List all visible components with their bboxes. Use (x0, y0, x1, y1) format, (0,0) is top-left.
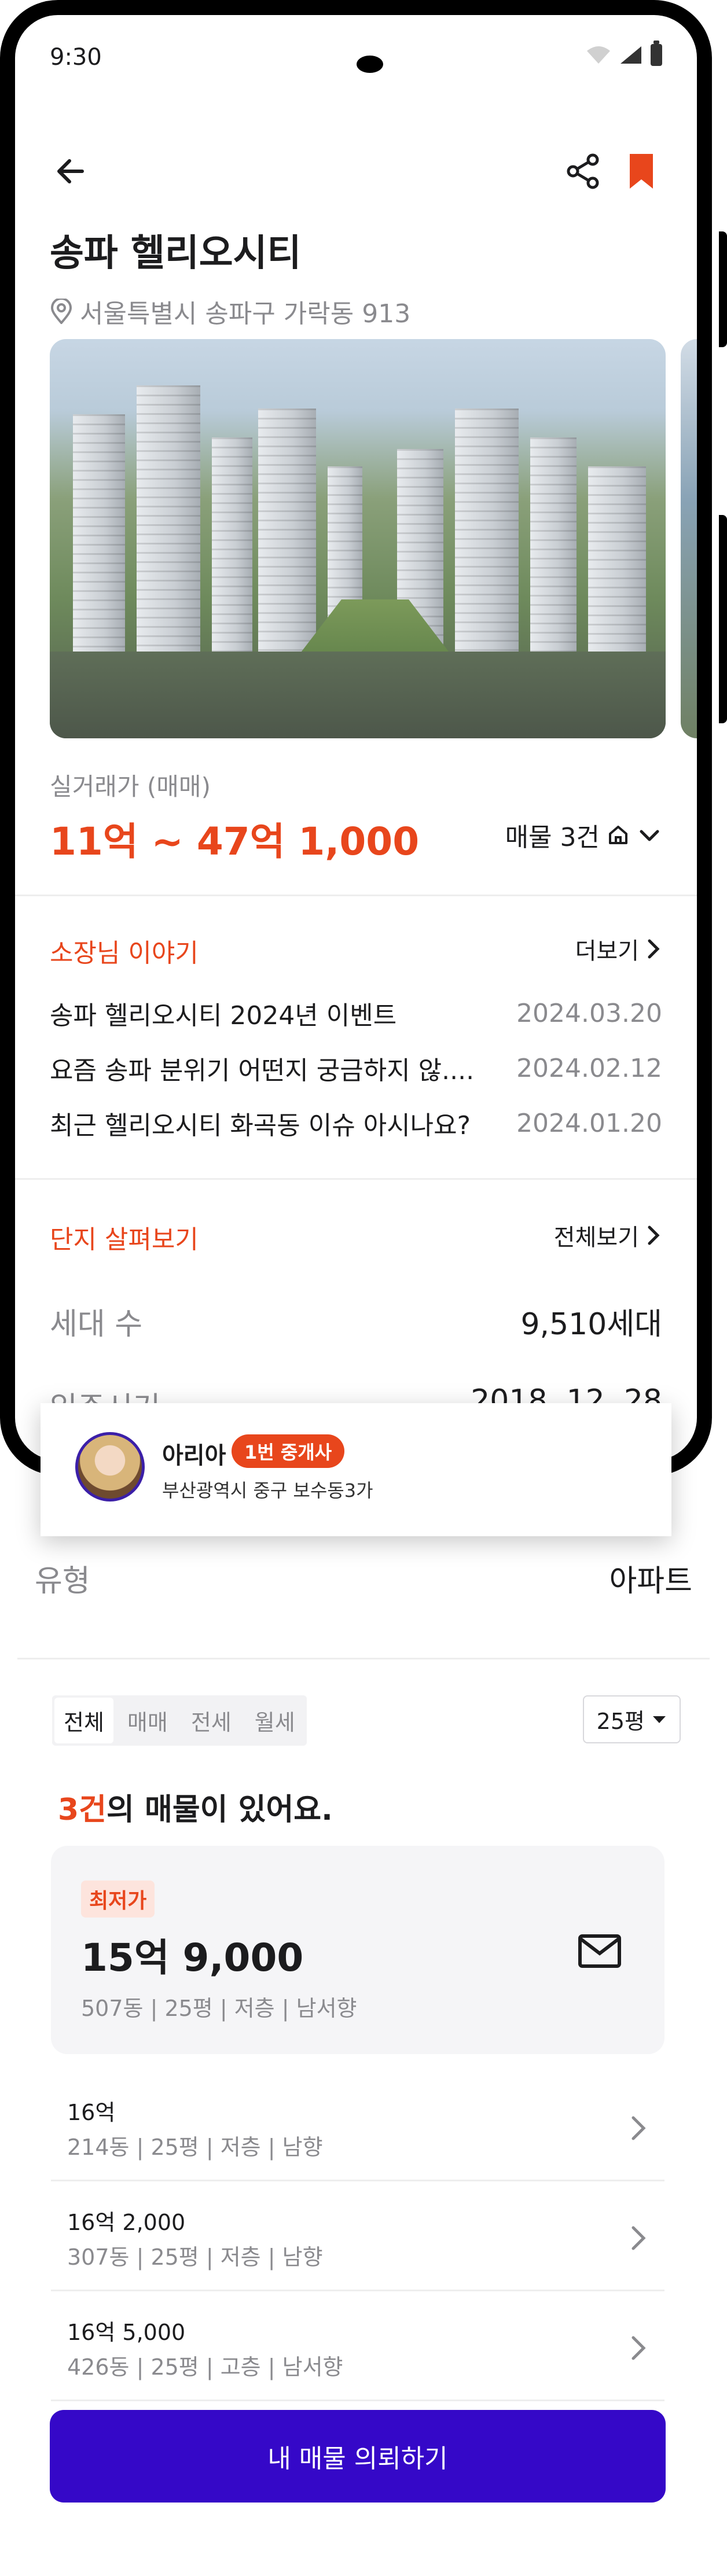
agent-name: 아리아 (162, 1442, 226, 1469)
story-date: 2024.03.20 (516, 998, 662, 1028)
listing-count: 3건 (58, 1793, 107, 1827)
phone-side-button (719, 515, 727, 723)
lowest-price-badge: 최저가 (81, 1881, 155, 1918)
agent-card[interactable]: 아리아 1번 중개사 부산광역시 중구 보수동3가 (41, 1403, 671, 1536)
story-item[interactable]: 최근 헬리오시티 화곡동 이슈 아시나요? 2024.01.20 (50, 1103, 662, 1143)
chevron-right-icon (631, 2336, 646, 2360)
overview-row: 유형 아파트 (35, 1556, 692, 1600)
mail-icon[interactable] (577, 1933, 623, 1970)
building-illustration (212, 437, 252, 657)
back-arrow-icon[interactable] (50, 150, 91, 192)
location-pin-icon (50, 299, 72, 324)
building-illustration (258, 409, 316, 657)
listing-info: 307동 | 25평 | 저층 | 남향 (67, 2244, 323, 2270)
building-illustration (455, 409, 519, 657)
listings-toggle-label: 매물 3건 (505, 823, 600, 852)
address-text: 서울특별시 송파구 가락동 913 (80, 299, 411, 329)
tab-sale[interactable]: 매매 (116, 1695, 179, 1746)
listing-price: 16억 2,000 (67, 2210, 186, 2235)
listing-type-tabs: 전체 매매 전세 월세 (52, 1695, 307, 1746)
ground-illustration (50, 652, 666, 738)
listing-info: 426동 | 25평 | 고층 | 남서향 (67, 2354, 343, 2380)
price-label: 실거래가 (매매) (50, 772, 211, 801)
size-dropdown[interactable]: 25평 (582, 1695, 681, 1743)
listing-price: 16억 5,000 (67, 2320, 186, 2345)
overview-value: 아파트 (609, 1564, 692, 1599)
chevron-down-icon (640, 830, 659, 841)
building-illustration (73, 414, 125, 657)
chevron-right-icon (648, 939, 660, 959)
overview-row: 세대 수 9,510세대 (50, 1300, 662, 1343)
listing-row[interactable]: 16억 5,000 426동 | 25평 | 고층 | 남서향 (51, 2291, 664, 2401)
story-title: 최근 헬리오시티 화곡동 이슈 아시나요? (50, 1111, 471, 1140)
stories-more-label: 더보기 (575, 938, 639, 965)
overview-title: 단지 살펴보기 (50, 1225, 199, 1254)
phone-side-button (719, 231, 727, 347)
bookmark-icon[interactable] (620, 150, 662, 192)
story-item[interactable]: 요즘 송파 분위기 어떤지 궁금하지 않.... 2024.02.12 (50, 1048, 662, 1088)
story-date: 2024.01.20 (516, 1108, 662, 1138)
share-icon[interactable] (563, 150, 604, 192)
overview-value: 9,510세대 (520, 1307, 662, 1342)
listing-count-suffix: 의 매물이 있어요. (107, 1793, 333, 1827)
lowest-price-value: 15억 9,000 (81, 1935, 304, 1980)
house-icon (609, 826, 627, 844)
lowest-price-card[interactable]: 최저가 15억 9,000 507동 | 25평 | 저층 | 남서향 (51, 1846, 664, 2054)
lowest-price-info: 507동 | 25평 | 저층 | 남서향 (81, 1996, 357, 2021)
caret-down-icon (653, 1716, 666, 1723)
next-photo-peek[interactable] (681, 339, 697, 738)
story-title: 송파 헬리오시티 2024년 이벤트 (50, 1001, 397, 1031)
complex-name: 송파 헬리오시티 (50, 232, 302, 275)
chevron-right-icon (631, 2226, 646, 2250)
divider (15, 895, 697, 896)
price-range: 11억 ~ 47억 1,000 (50, 819, 420, 864)
complex-photo[interactable] (50, 339, 666, 738)
tab-all[interactable]: 전체 (54, 1698, 113, 1743)
status-bar: 9:30 (15, 15, 697, 90)
agent-badge: 1번 중개사 (232, 1434, 345, 1468)
phone-frame: 9:30 송파 헬리오시티 서울특별시 송파구 가락동 913 실거래가 (매매… (0, 0, 712, 1475)
chevron-right-icon (631, 2116, 646, 2140)
signal-icon (620, 46, 641, 64)
listing-row[interactable]: 16억 214동 | 25평 | 저층 | 남향 (51, 2071, 664, 2181)
listing-price: 16억 (67, 2100, 116, 2125)
battery-icon (651, 41, 662, 66)
stories-more-link[interactable]: 더보기 (575, 932, 662, 966)
stories-title: 소장님 이야기 (50, 939, 199, 968)
overview-label: 세대 수 (50, 1307, 143, 1342)
avatar (75, 1432, 145, 1502)
status-time: 9:30 (50, 44, 102, 71)
story-item[interactable]: 송파 헬리오시티 2024년 이벤트 2024.03.20 (50, 993, 662, 1033)
building-illustration (588, 466, 646, 657)
divider (15, 1178, 697, 1180)
story-date: 2024.02.12 (516, 1053, 662, 1083)
overview-label: 유형 (35, 1564, 90, 1599)
request-listing-button[interactable]: 내 매물 의뢰하기 (50, 2410, 666, 2503)
listing-info: 214동 | 25평 | 저층 | 남향 (67, 2135, 323, 2160)
wifi-icon (587, 46, 610, 64)
listings-toggle[interactable]: 매물 3건 (505, 816, 662, 853)
story-title: 요즘 송파 분위기 어떤지 궁금하지 않.... (50, 1056, 475, 1085)
chevron-right-icon (648, 1226, 660, 1245)
listing-count-summary: 3건의 매물이 있어요. (58, 1785, 333, 1828)
overview-more-label: 전체보기 (553, 1224, 639, 1251)
listing-row[interactable]: 16억 2,000 307동 | 25평 | 저층 | 남향 (51, 2181, 664, 2291)
status-icons (586, 41, 662, 66)
size-dropdown-value: 25평 (596, 1709, 645, 1734)
complex-address: 서울특별시 송파구 가락동 913 (50, 293, 410, 330)
tab-monthly[interactable]: 월세 (243, 1695, 307, 1746)
app-bar (15, 142, 697, 200)
camera-cutout (357, 56, 383, 73)
agent-address: 부산광역시 중구 보수동3가 (162, 1480, 373, 1502)
request-listing-label: 내 매물 의뢰하기 (267, 2444, 448, 2474)
building-illustration (530, 437, 577, 657)
tab-jeonse[interactable]: 전세 (179, 1695, 243, 1746)
divider (17, 1658, 710, 1659)
building-illustration (137, 385, 200, 657)
overview-more-link[interactable]: 전체보기 (554, 1219, 662, 1252)
